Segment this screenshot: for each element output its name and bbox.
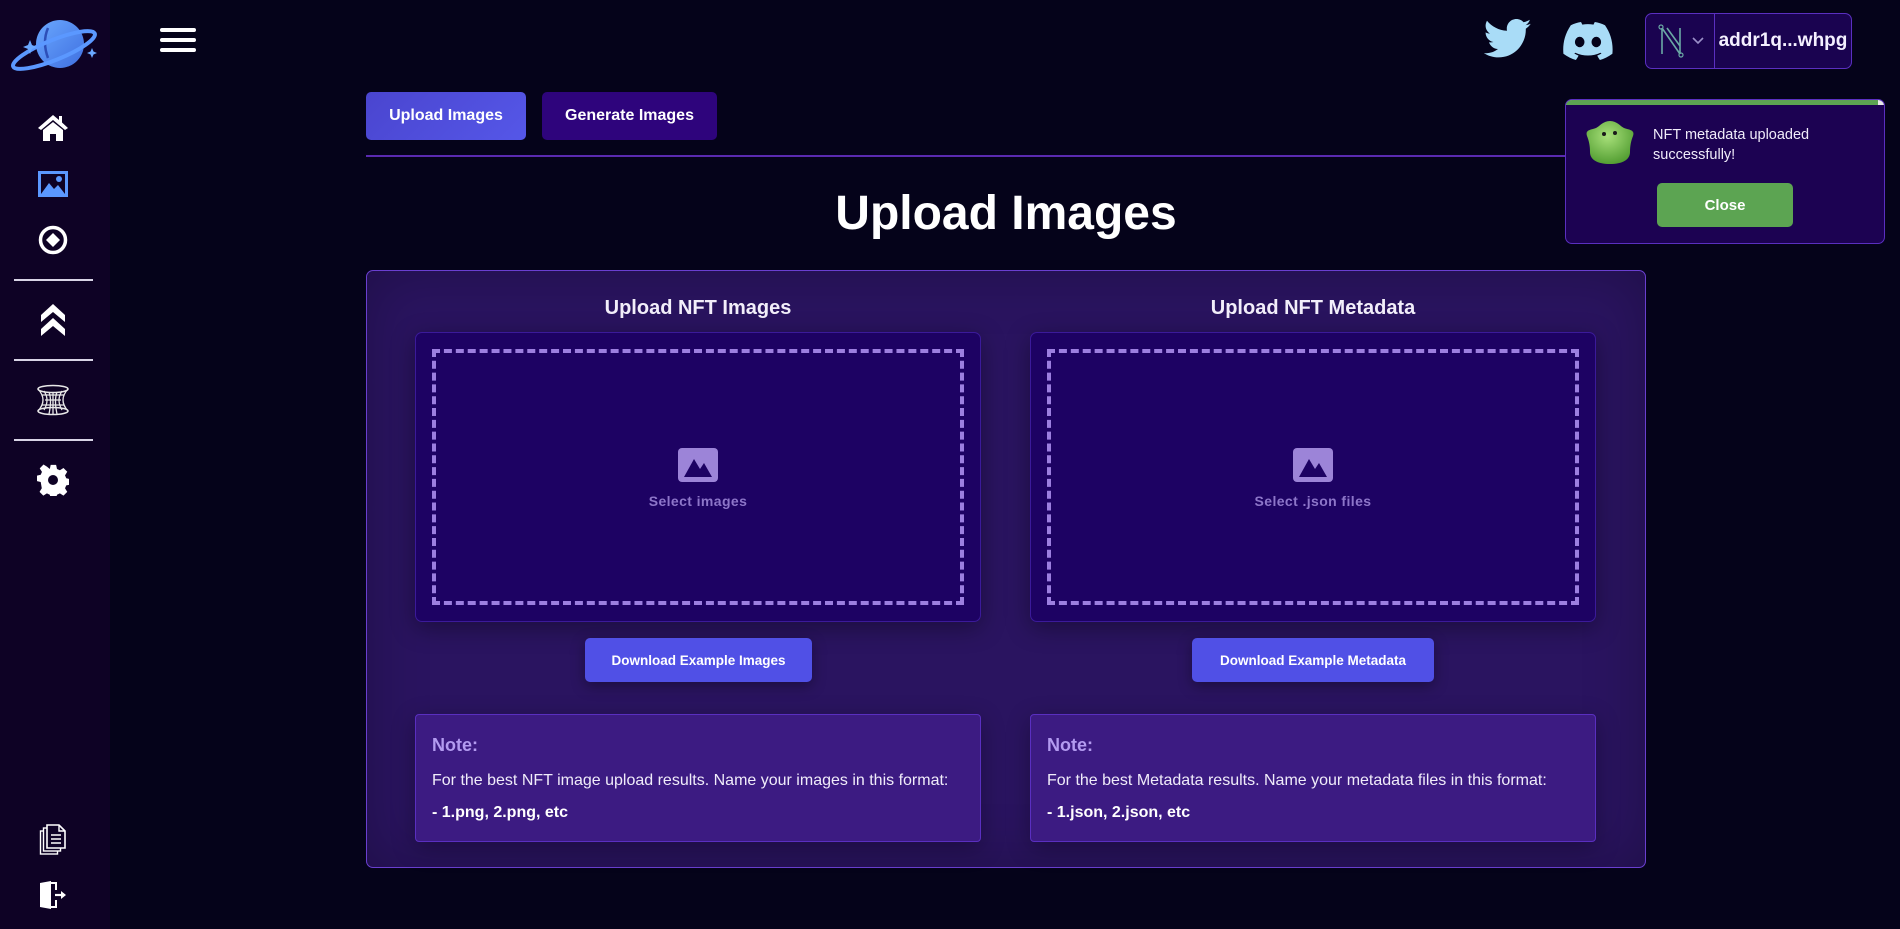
metadata-dropzone[interactable]: Select .json files [1030,332,1596,622]
documents-icon [39,824,66,855]
menu-toggle-button[interactable] [160,28,196,56]
sidebar-item-images[interactable] [35,166,71,202]
sidebar-item-settings[interactable] [35,462,71,498]
planet-logo-icon[interactable] [8,18,100,74]
sidebar [0,0,110,929]
hamburger-icon [160,28,196,32]
images-dropzone-label: Select images [648,493,748,509]
logout-icon [40,881,66,909]
image-placeholder-icon [678,448,718,482]
sidebar-item-home[interactable] [35,110,71,146]
note-title: Note: [1047,735,1093,755]
slime-mascot-icon [1584,118,1636,166]
target-icon [38,225,68,255]
twitter-link[interactable] [1483,18,1532,65]
note-title: Note: [432,735,478,755]
image-placeholder-icon [1293,448,1333,482]
note-body: For the best NFT image upload results. N… [432,772,949,789]
metadata-dropzone-label: Select .json files [1254,493,1372,509]
toast-close-button[interactable]: Close [1657,183,1793,227]
page-title: Upload Images [835,187,1177,240]
wallet-provider-dropdown[interactable] [1646,14,1715,68]
gear-icon [37,464,69,496]
sidebar-item-upgrade[interactable] [35,302,71,338]
chevron-down-icon [1692,37,1704,45]
metadata-section-title: Upload NFT Metadata [1210,297,1416,319]
image-icon [38,171,68,197]
tab-generate-images[interactable]: Generate Images [542,92,717,140]
sidebar-item-mint[interactable] [35,222,71,258]
sidebar-divider [14,359,93,361]
nami-wallet-icon [1658,24,1684,58]
discord-link[interactable] [1563,22,1613,65]
chevrons-up-icon [41,304,65,336]
upload-panel: Upload NFT Images Select images Download… [366,270,1646,868]
tabs-underline [366,155,1566,157]
wallet-button[interactable]: addr1q...whpg [1645,13,1852,69]
note-format: - 1.json, 2.json, etc [1047,804,1191,821]
sidebar-divider [14,279,93,281]
note-body: For the best Metadata results. Name your… [1047,772,1547,789]
images-dropzone[interactable]: Select images [415,332,981,622]
images-section-title: Upload NFT Images [604,297,792,319]
download-example-images-button[interactable]: Download Example Images [585,638,812,682]
toast-message: NFT metadata uploaded successfully! [1653,127,1810,163]
twitter-icon [1483,19,1532,58]
wormhole-icon [37,384,69,416]
download-example-metadata-button[interactable]: Download Example Metadata [1192,638,1434,682]
wallet-address: addr1q...whpg [1718,30,1848,51]
discord-icon [1563,22,1613,60]
sidebar-item-logout[interactable] [35,877,71,913]
toast-progress-bar [1566,100,1878,105]
success-toast: NFT metadata uploaded successfully! Clos… [1565,99,1885,244]
sidebar-divider [14,439,93,441]
images-note: Note: For the best NFT image upload resu… [415,714,981,842]
metadata-note: Note: For the best Metadata results. Nam… [1030,714,1596,842]
note-format: - 1.png, 2.png, etc [432,804,569,821]
sidebar-item-docs[interactable] [35,822,71,858]
tab-upload-images[interactable]: Upload Images [366,92,526,140]
sidebar-item-wormhole[interactable] [35,382,71,418]
home-icon [38,115,68,141]
